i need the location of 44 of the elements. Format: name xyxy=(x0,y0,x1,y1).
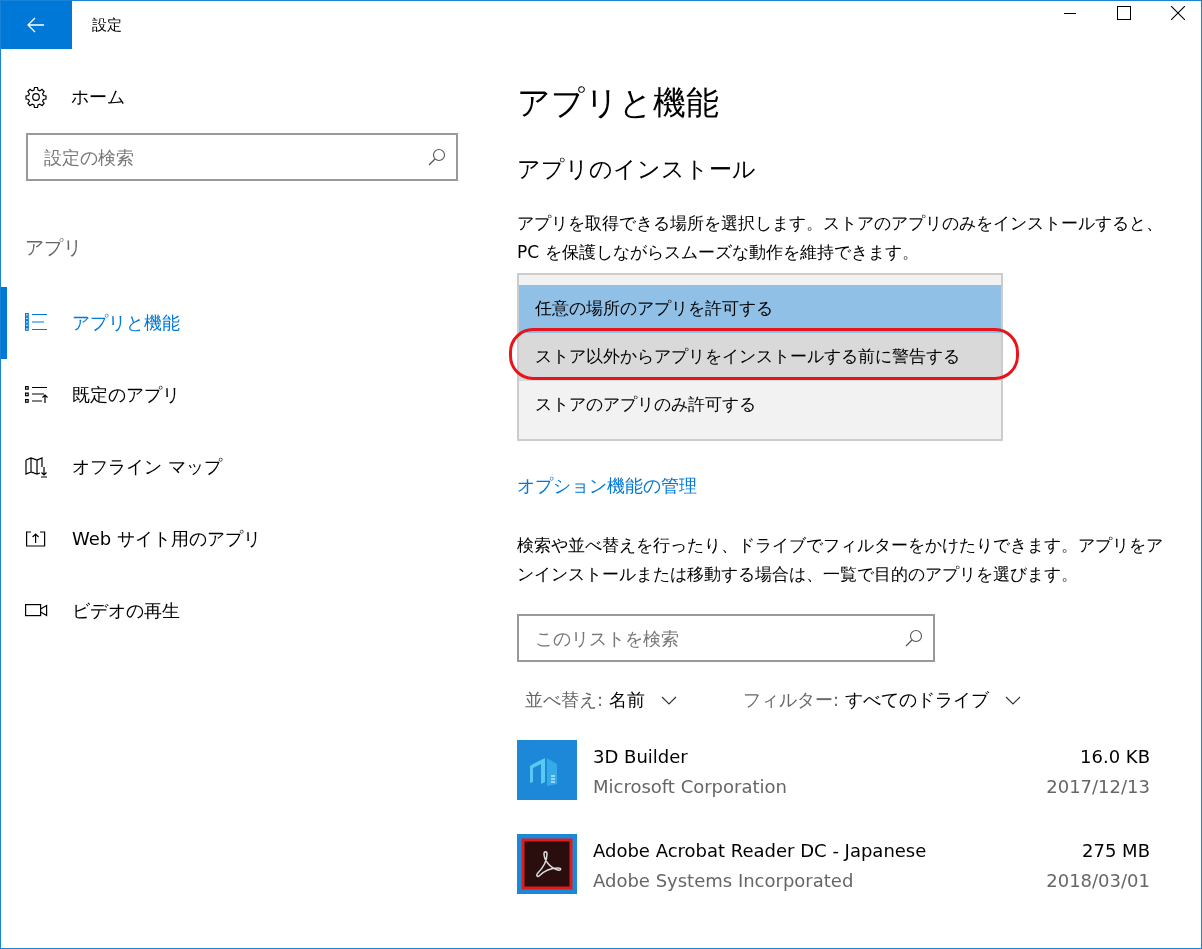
dropdown-option[interactable]: ストアのアプリのみ許可する xyxy=(519,381,1001,429)
section-heading: アプリ xyxy=(25,235,83,260)
app-list-item[interactable]: Adobe Acrobat Reader DC - Japanese Adobe Systems Incorporated 275 MB 2018/03/01 xyxy=(517,834,1150,898)
dropdown-option[interactable]: ストア以外からアプリをインストールする前に警告する xyxy=(519,333,1001,381)
sidebar-item[interactable]: ビデオの再生 xyxy=(1,575,479,647)
app-detail: Microsoft Corporation xyxy=(593,775,788,799)
app-name: 275 MB xyxy=(1082,839,1150,863)
dropdown-label: 並べ替え: xyxy=(525,688,604,712)
list-icon xyxy=(25,312,48,334)
window-arrow-icon xyxy=(25,528,48,550)
dropdown-option[interactable]: 任意の場所のアプリを許可する xyxy=(519,285,1001,333)
sidebar-item[interactable]: アプリと機能 xyxy=(1,287,479,359)
optional-features-link[interactable]: オプション機能の管理 xyxy=(517,474,697,498)
settings-icon xyxy=(25,86,47,108)
section-heading: アプリのインストール xyxy=(517,155,757,184)
app-name: Adobe Acrobat Reader DC - Japanese xyxy=(593,839,928,863)
dropdown-value: 名前 xyxy=(609,688,646,712)
description-text: 検索や並べ替えを行ったり、ドライブでフィルターをかけたりできます。アプリをアンインストールまたは移動する場合は、一覧で目的のアプリを選びます。 xyxy=(517,534,1164,586)
search-field[interactable]: 設定の検索 xyxy=(26,133,458,181)
page-title: アプリと機能 xyxy=(517,82,720,124)
home-link[interactable]: ホーム xyxy=(71,85,125,109)
app-detail: Adobe Systems Incorporated xyxy=(593,869,855,893)
window-title: 設定 xyxy=(92,15,123,35)
sidebar-item[interactable]: 既定のアプリ xyxy=(1,359,479,431)
app-name: 16.0 KB xyxy=(1080,745,1150,769)
sidebar-item[interactable]: Web サイト用のアプリ xyxy=(1,503,479,575)
back-arrow-icon xyxy=(27,16,45,33)
chevron-down-icon xyxy=(1005,695,1022,705)
chevron-down-icon xyxy=(661,695,678,705)
app-name: 3D Builder xyxy=(593,745,689,769)
sidebar-item[interactable]: オフライン マップ xyxy=(1,431,479,503)
search-icon xyxy=(428,148,446,166)
dropdown-value: すべてのドライブ xyxy=(845,688,990,712)
app-detail: 2018/03/01 xyxy=(1046,869,1150,893)
app-list-item[interactable]: 3D Builder Microsoft Corporation 16.0 KB 2017/12/13 xyxy=(517,740,1150,804)
sort-dropdown[interactable]: 並べ替え: 名前 xyxy=(517,688,686,712)
filter-dropdown[interactable]: フィルター: すべてのドライブ xyxy=(735,688,1030,712)
search-field[interactable]: このリストを検索 xyxy=(517,614,935,662)
search-icon xyxy=(905,629,923,647)
map-icon xyxy=(25,456,48,478)
app-detail: 2017/12/13 xyxy=(1046,775,1150,799)
list-arrow-icon xyxy=(25,384,48,406)
dropdown-label: フィルター: xyxy=(743,688,840,712)
description-text: アプリを取得できる場所を選択します。ストアのアプリのみをインストールすると、PC を保護しながらスムーズな動作を維持できます。 xyxy=(517,212,1164,264)
